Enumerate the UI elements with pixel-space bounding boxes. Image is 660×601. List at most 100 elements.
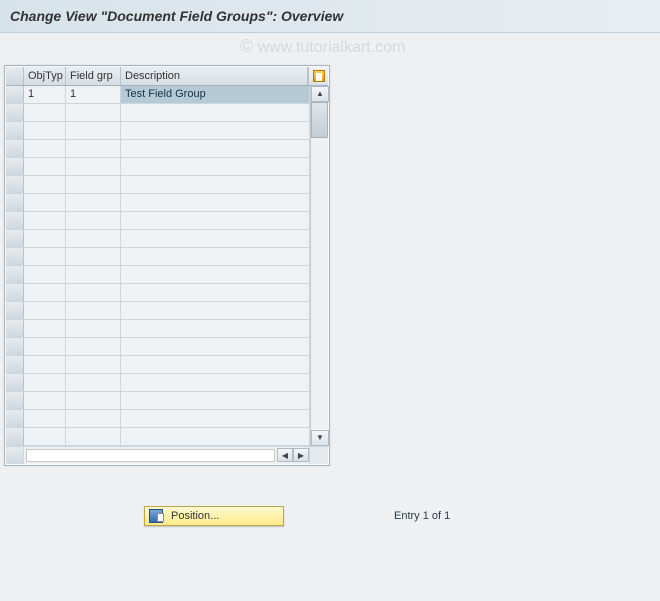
- cell-fieldgrp[interactable]: [66, 266, 121, 283]
- scroll-down-button[interactable]: ▼: [311, 430, 329, 446]
- column-header-objtyp[interactable]: ObjTyp: [24, 67, 66, 85]
- cell-objtyp[interactable]: [24, 338, 66, 355]
- cell-fieldgrp[interactable]: [66, 302, 121, 319]
- cell-description[interactable]: [121, 194, 310, 211]
- table-row[interactable]: [6, 392, 310, 410]
- cell-description[interactable]: [121, 140, 310, 157]
- table-row[interactable]: 11Test Field Group: [6, 86, 310, 104]
- cell-description[interactable]: [121, 302, 310, 319]
- cell-description[interactable]: [121, 158, 310, 175]
- row-selector[interactable]: [6, 122, 24, 139]
- row-selector[interactable]: [6, 248, 24, 265]
- cell-fieldgrp[interactable]: [66, 122, 121, 139]
- cell-objtyp[interactable]: [24, 104, 66, 121]
- cell-objtyp[interactable]: [24, 284, 66, 301]
- row-selector[interactable]: [6, 338, 24, 355]
- table-row[interactable]: [6, 140, 310, 158]
- cell-fieldgrp[interactable]: [66, 410, 121, 427]
- table-settings-button[interactable]: [308, 67, 328, 85]
- cell-objtyp[interactable]: [24, 428, 66, 445]
- cell-fieldgrp[interactable]: [66, 428, 121, 445]
- cell-objtyp[interactable]: [24, 392, 66, 409]
- position-button[interactable]: Position...: [144, 506, 284, 526]
- cell-fieldgrp[interactable]: [66, 230, 121, 247]
- table-row[interactable]: [6, 104, 310, 122]
- cell-fieldgrp[interactable]: [66, 356, 121, 373]
- cell-description[interactable]: [121, 392, 310, 409]
- hscroll-track[interactable]: [26, 449, 275, 462]
- cell-description[interactable]: [121, 176, 310, 193]
- table-row[interactable]: [6, 194, 310, 212]
- table-row[interactable]: [6, 176, 310, 194]
- row-selector[interactable]: [6, 374, 24, 391]
- select-all-handle[interactable]: [6, 67, 24, 85]
- cell-objtyp[interactable]: [24, 122, 66, 139]
- cell-description[interactable]: [121, 230, 310, 247]
- cell-objtyp[interactable]: [24, 374, 66, 391]
- table-row[interactable]: [6, 230, 310, 248]
- cell-fieldgrp[interactable]: [66, 104, 121, 121]
- table-row[interactable]: [6, 356, 310, 374]
- table-row[interactable]: [6, 428, 310, 446]
- row-selector[interactable]: [6, 86, 24, 103]
- table-row[interactable]: [6, 212, 310, 230]
- cell-description[interactable]: Test Field Group: [121, 86, 310, 103]
- cell-objtyp[interactable]: [24, 266, 66, 283]
- row-selector[interactable]: [6, 356, 24, 373]
- cell-fieldgrp[interactable]: [66, 248, 121, 265]
- table-row[interactable]: [6, 302, 310, 320]
- vscroll-thumb[interactable]: [311, 102, 328, 138]
- scroll-right-button[interactable]: ▶: [293, 448, 309, 462]
- row-selector[interactable]: [6, 302, 24, 319]
- cell-description[interactable]: [121, 338, 310, 355]
- row-selector[interactable]: [6, 140, 24, 157]
- cell-description[interactable]: [121, 248, 310, 265]
- cell-fieldgrp[interactable]: [66, 194, 121, 211]
- vscroll-track[interactable]: [311, 102, 328, 430]
- cell-objtyp[interactable]: [24, 356, 66, 373]
- table-row[interactable]: [6, 338, 310, 356]
- horizontal-scrollbar[interactable]: ◀ ▶: [24, 447, 310, 464]
- row-selector[interactable]: [6, 212, 24, 229]
- cell-objtyp[interactable]: 1: [24, 86, 66, 103]
- cell-fieldgrp[interactable]: [66, 140, 121, 157]
- cell-objtyp[interactable]: [24, 140, 66, 157]
- cell-description[interactable]: [121, 122, 310, 139]
- cell-description[interactable]: [121, 410, 310, 427]
- cell-objtyp[interactable]: [24, 158, 66, 175]
- cell-objtyp[interactable]: [24, 410, 66, 427]
- cell-objtyp[interactable]: [24, 248, 66, 265]
- cell-description[interactable]: [121, 428, 310, 445]
- table-row[interactable]: [6, 320, 310, 338]
- cell-fieldgrp[interactable]: [66, 212, 121, 229]
- row-selector[interactable]: [6, 176, 24, 193]
- cell-objtyp[interactable]: [24, 176, 66, 193]
- table-row[interactable]: [6, 410, 310, 428]
- row-selector[interactable]: [6, 428, 24, 445]
- table-row[interactable]: [6, 284, 310, 302]
- cell-fieldgrp[interactable]: [66, 158, 121, 175]
- row-selector[interactable]: [6, 320, 24, 337]
- cell-description[interactable]: [121, 374, 310, 391]
- cell-description[interactable]: [121, 266, 310, 283]
- row-selector[interactable]: [6, 266, 24, 283]
- cell-fieldgrp[interactable]: [66, 176, 121, 193]
- table-row[interactable]: [6, 374, 310, 392]
- cell-fieldgrp[interactable]: [66, 392, 121, 409]
- row-selector[interactable]: [6, 392, 24, 409]
- cell-objtyp[interactable]: [24, 194, 66, 211]
- cell-description[interactable]: [121, 284, 310, 301]
- table-row[interactable]: [6, 248, 310, 266]
- row-selector[interactable]: [6, 104, 24, 121]
- vertical-scrollbar[interactable]: ▲ ▼: [310, 86, 328, 446]
- scroll-left-button[interactable]: ◀: [277, 448, 293, 462]
- row-selector[interactable]: [6, 158, 24, 175]
- column-header-fieldgrp[interactable]: Field grp: [66, 67, 121, 85]
- cell-objtyp[interactable]: [24, 230, 66, 247]
- cell-fieldgrp[interactable]: [66, 374, 121, 391]
- cell-objtyp[interactable]: [24, 212, 66, 229]
- cell-fieldgrp[interactable]: 1: [66, 86, 121, 103]
- row-selector[interactable]: [6, 194, 24, 211]
- row-selector[interactable]: [6, 410, 24, 427]
- column-header-description[interactable]: Description: [121, 67, 308, 85]
